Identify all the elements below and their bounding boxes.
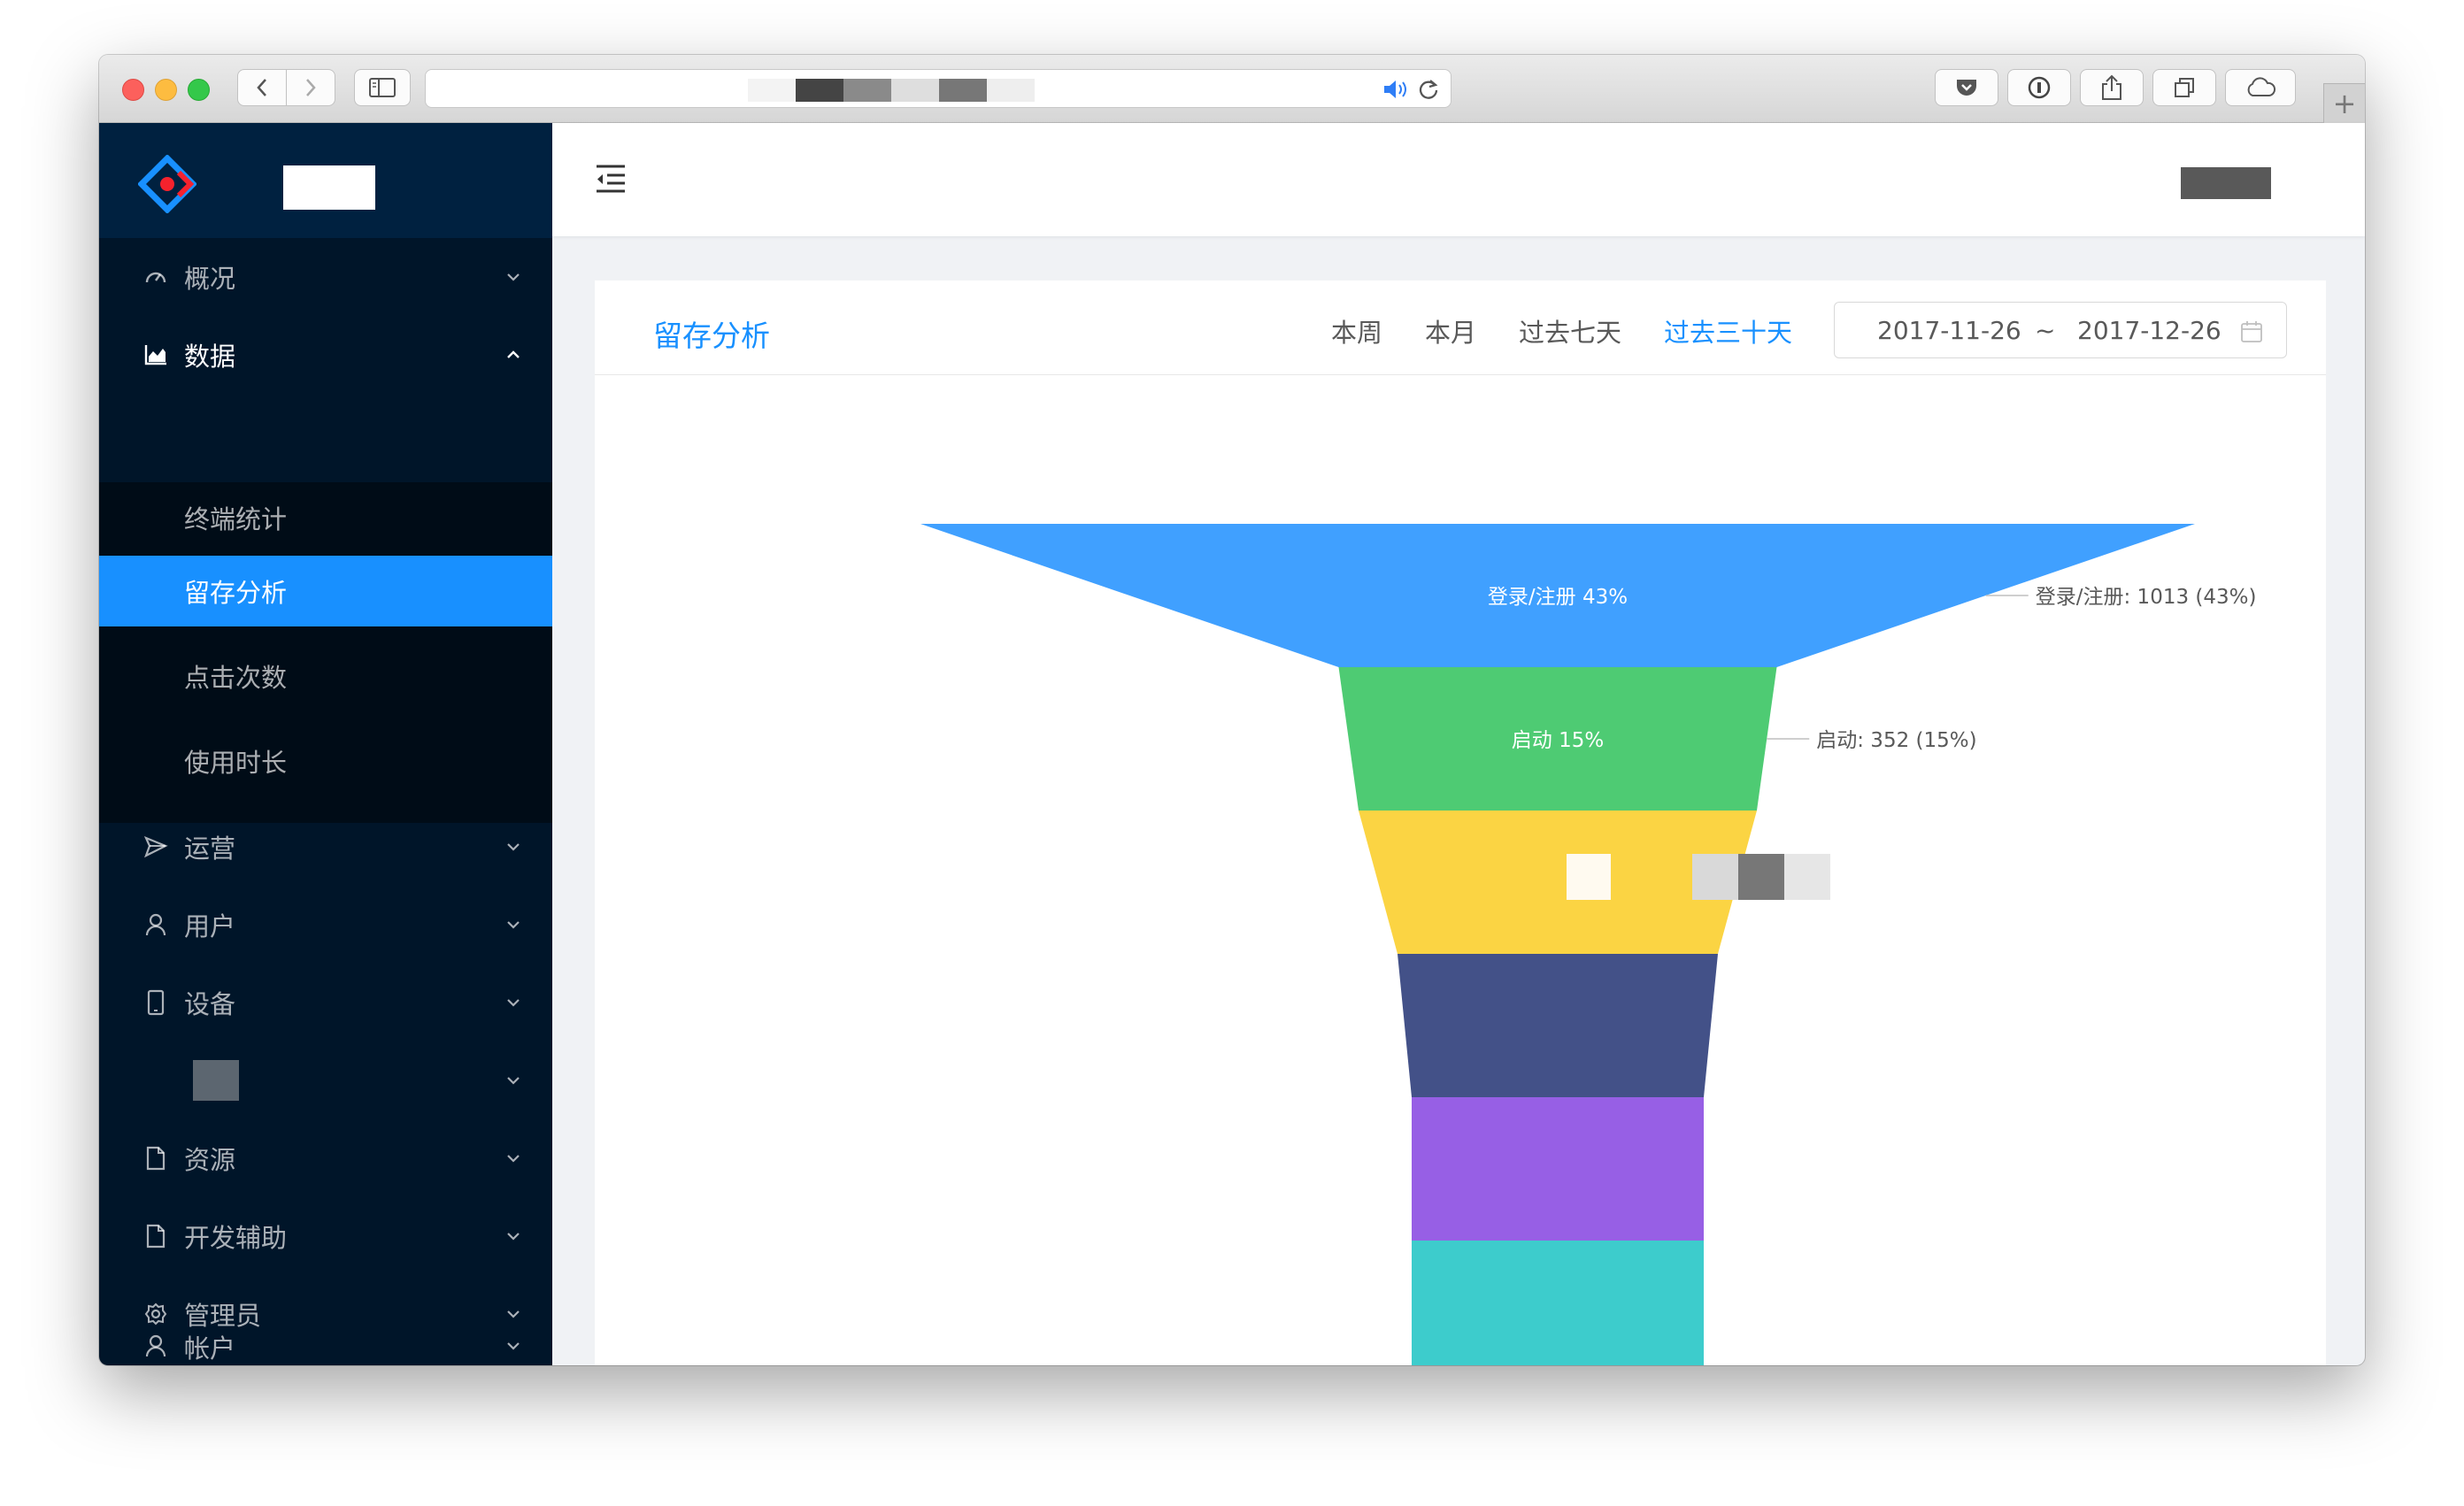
menu-item-dev-tools[interactable]: 开发辅助 [99,1197,552,1275]
menu-item-redacted[interactable] [99,1041,552,1119]
menu-item-label: 概况 [184,264,236,294]
pocket-button[interactable] [1935,69,1998,106]
menu-item-overview[interactable]: 概况 [99,238,552,316]
redacted-block [939,79,987,102]
cloud-icon [2247,77,2276,96]
funnel-stage-inner-label: 登录/注册 43% [1488,586,1628,609]
share-button[interactable] [2080,69,2144,106]
password-icon [2028,76,2051,99]
chevron-down-icon [503,992,524,1013]
redacted-block [891,79,939,102]
menu-item-label: 运营 [184,834,236,864]
chevron-down-icon [503,1335,524,1356]
submenu-item-usage-time[interactable]: 使用时长 [99,726,552,796]
file-icon [142,1222,170,1250]
funnel-stage-inner-label: 启动 15% [1512,729,1604,752]
share-icon [2102,74,2121,100]
chevron-down-icon [503,266,524,288]
menu-fold-icon[interactable] [595,164,627,194]
back-button[interactable] [237,69,287,106]
chevron-down-icon [503,1226,524,1247]
menu-item-label: 数据 [184,342,236,372]
chevron-right-icon [306,79,316,96]
menu-item-data[interactable]: 数据 [99,316,552,394]
browser-window: + 概况 数据 终端统计 留存分析 点击次数 使用时长 运营 用户 设备 资源 … [99,55,2365,1365]
redacted-block [748,79,796,102]
browser-toolbar: + [99,55,2365,123]
menu-item-label: 开发辅助 [184,1223,288,1253]
menu-item-account[interactable]: 帐户 [99,1325,552,1365]
submenu-item-clicks[interactable]: 点击次数 [99,641,552,711]
minimize-window-button[interactable] [155,79,177,101]
zoom-window-button[interactable] [188,79,210,101]
file-icon [142,1144,170,1172]
password-button[interactable] [2007,69,2071,106]
chevron-down-icon [503,914,524,935]
chevron-down-icon [503,836,524,857]
funnel-stage-outer-label: 登录/注册: 1013 (43%) [2036,586,2257,609]
menu-item-label: 设备 [184,989,236,1019]
sidebar: 概况 数据 终端统计 留存分析 点击次数 使用时长 运营 用户 设备 资源 开发… [99,123,552,1365]
funnel-stage-outer-label: 启动: 352 (15%) [1816,729,1976,752]
sidebar-toggle-button[interactable] [354,69,411,106]
menu-item-label: 资源 [184,1145,236,1175]
funnel-stage[interactable] [1398,954,1718,1097]
submenu-item-label: 终端统计 [184,504,288,534]
redacted-block [1784,854,1830,900]
redacted-icon [193,1060,239,1101]
submenu-item-label: 点击次数 [184,663,288,693]
speaker-icon[interactable] [1382,79,1412,100]
submenu-item-label: 留存分析 [184,578,288,608]
logo-area [99,123,552,238]
redacted-block [796,79,843,102]
funnel-stage[interactable] [1412,1097,1704,1241]
user-icon [142,1332,170,1360]
menu-item-users[interactable]: 用户 [99,886,552,964]
chevron-down-icon [503,1070,524,1091]
dashboard-icon [142,263,170,291]
submenu-item-terminal-stats[interactable]: 终端统计 [99,482,552,553]
chevron-up-icon [503,344,524,365]
submenu-item-label: 使用时长 [184,748,288,778]
menu-item-label: 帐户 [184,1333,236,1364]
plus-icon: + [2332,87,2357,120]
menu-item-devices[interactable]: 设备 [99,964,552,1041]
redacted-block [843,79,891,102]
new-tab-button[interactable]: + [2323,83,2365,123]
mobile-icon [142,988,170,1017]
menu-item-resources[interactable]: 资源 [99,1119,552,1197]
menu-item-operations[interactable]: 运营 [99,808,552,886]
redacted-block [1738,854,1784,900]
chevron-down-icon [503,1303,524,1325]
area-chart-icon [142,341,170,369]
funnel-stage[interactable] [1412,1241,1704,1365]
top-header [552,123,2365,236]
pocket-icon [1957,80,1976,96]
app-name-redacted [283,165,375,210]
send-icon [142,833,170,861]
forward-button[interactable] [286,69,335,106]
user-icon [142,911,170,939]
submenu-data: 终端统计 留存分析 点击次数 使用时长 [99,482,552,823]
submenu-item-retention[interactable]: 留存分析 [99,556,552,626]
chevron-left-icon [257,79,266,96]
redacted-block [1567,854,1611,900]
address-bar[interactable] [425,69,1451,108]
sidebar-icon [369,78,396,97]
menu-item-label: 用户 [184,911,236,941]
tabs-button[interactable] [2152,69,2216,106]
reload-icon[interactable] [1417,78,1440,101]
user-avatar-redacted[interactable] [2181,167,2271,199]
funnel-chart: 登录/注册 43% 登录/注册: 1013 (43%) 启动 15% 启动: 352 … [920,524,2257,1365]
redacted-block [1692,854,1738,900]
cloud-button[interactable] [2225,69,2296,106]
tabs-icon [2175,78,2194,97]
close-window-button[interactable] [122,79,144,101]
chevron-down-icon [503,1148,524,1169]
redacted-block [987,79,1035,102]
app-logo-icon[interactable] [138,155,196,213]
retention-card: 留存分析 本周 本月 过去七天 过去三十天 2017-11-26 ~ 2017-… [595,280,2326,1365]
